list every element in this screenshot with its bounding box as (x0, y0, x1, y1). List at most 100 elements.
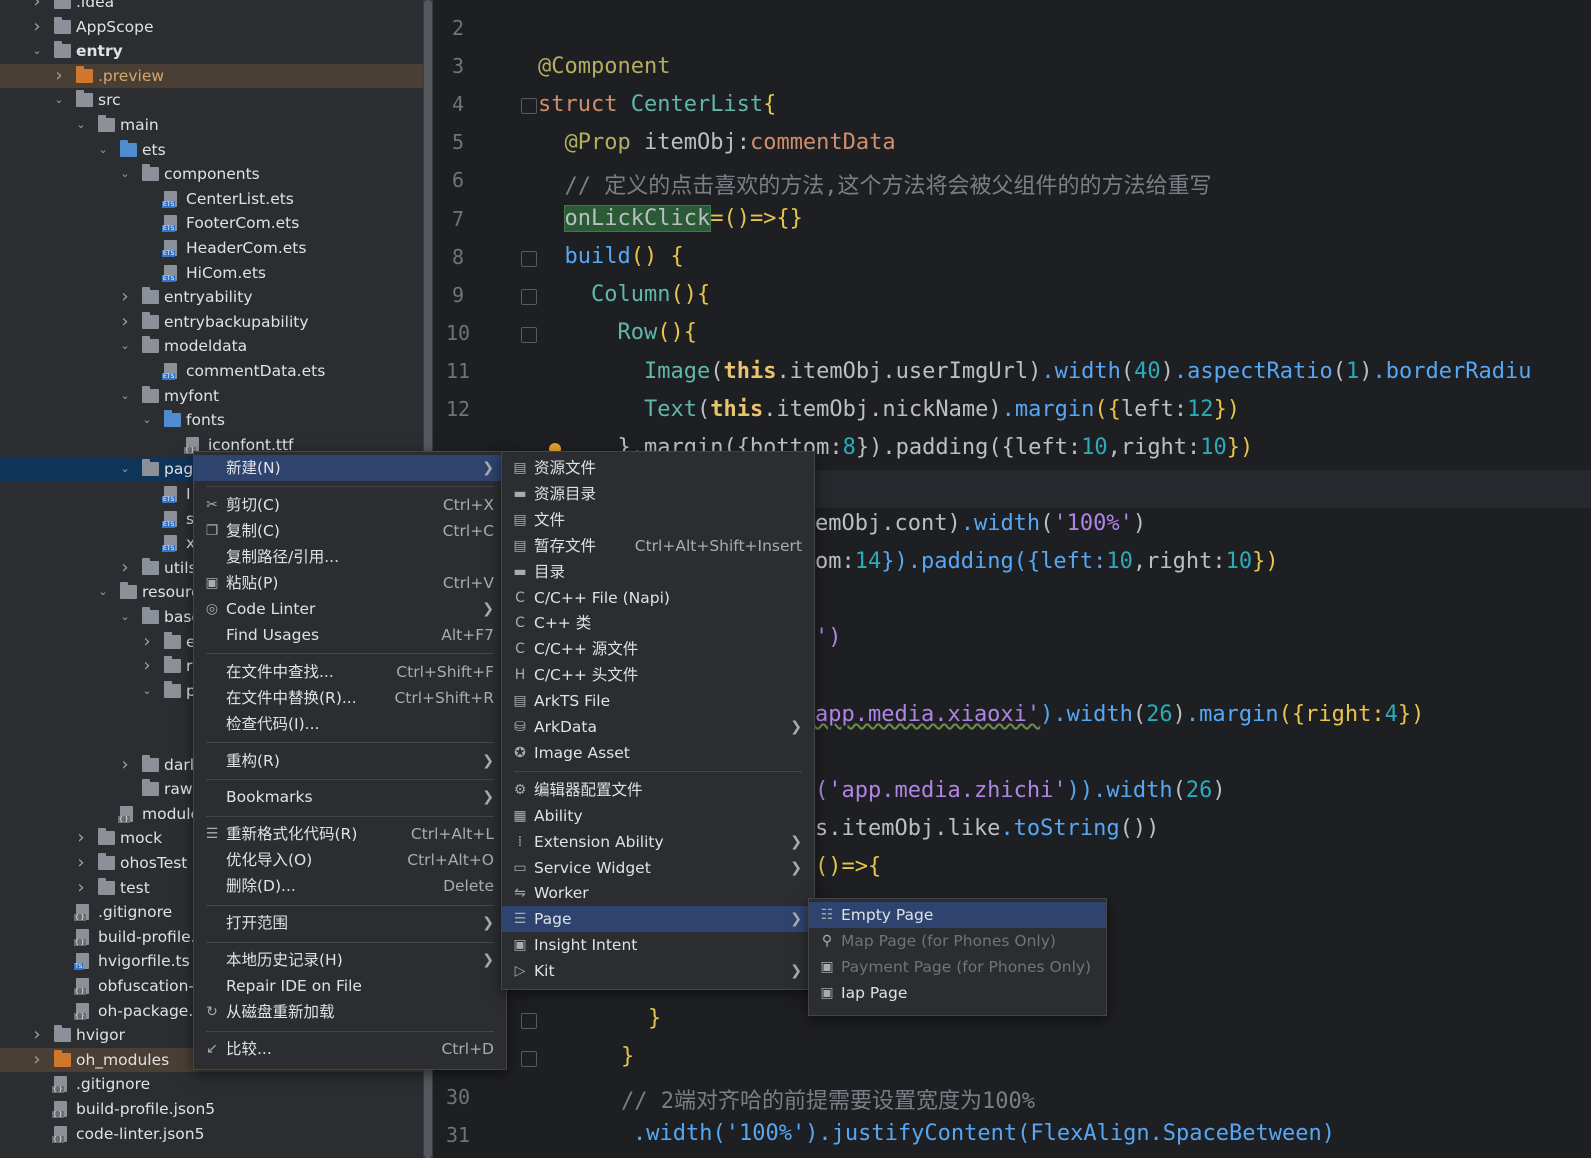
menu-item-item[interactable]: 复制路径/引用... (194, 544, 506, 570)
menu-item-kit[interactable]: ▷ Kit ❯ (502, 958, 814, 984)
menu-item-c[interactable]: C C++ 类 (502, 610, 814, 636)
chevron-right-icon[interactable]: › (118, 285, 132, 309)
menu-item-d[interactable]: 删除(D)... Delete (194, 873, 506, 899)
menu-item-worker[interactable]: ⇋ Worker (502, 880, 814, 906)
chevron-down-icon[interactable]: ⌄ (118, 384, 132, 408)
chevron-right-icon[interactable]: › (30, 15, 44, 39)
menu-item-page[interactable]: ☰ Page ❯ (502, 906, 814, 933)
menu-item-c-c[interactable]: C C/C++ 源文件 (502, 636, 814, 662)
chevron-right-icon[interactable]: › (30, 1048, 44, 1072)
menu-item-bookmarks[interactable]: Bookmarks ❯ (194, 784, 506, 810)
folder-icon (142, 754, 159, 772)
fold-icon[interactable] (521, 98, 537, 114)
tree-item[interactable]: CenterList.ets (0, 187, 433, 212)
menu-item-item[interactable]: 在文件中查找... Ctrl+Shift+F (194, 659, 506, 685)
chevron-down-icon[interactable]: ⌄ (118, 334, 132, 358)
chevron-down-icon[interactable]: ⌄ (118, 457, 132, 481)
menu-item-c-c-file-napi[interactable]: C C/C++ File (Napi) (502, 585, 814, 611)
tree-item[interactable]: ⌄ modeldata (0, 334, 433, 359)
chevron-right-icon[interactable]: › (118, 310, 132, 334)
tree-item[interactable]: ⌄ components (0, 162, 433, 187)
menu-item-insight-intent[interactable]: ▣ Insight Intent (502, 932, 814, 958)
tree-item[interactable]: › entryability (0, 285, 433, 310)
chevron-down-icon[interactable]: ⌄ (96, 138, 110, 162)
line-number: 7 (451, 207, 465, 231)
menu-item-r[interactable]: 在文件中替换(R)... Ctrl+Shift+R (194, 685, 506, 711)
page-submenu[interactable]: ☷ Empty Page ⚲ Map Page (for Phones Only) ▣ P… (808, 898, 1107, 1016)
chevron-right-icon[interactable]: › (74, 851, 88, 875)
chevron-right-icon[interactable]: › (52, 64, 66, 88)
tree-item[interactable]: ⌄ ets (0, 138, 433, 163)
tree-item[interactable]: ⌄ main (0, 113, 433, 138)
chevron-down-icon[interactable]: ⌄ (118, 605, 132, 629)
chevron-down-icon[interactable]: ⌄ (140, 679, 154, 703)
tree-item[interactable]: build-profile.json5 (0, 1097, 433, 1122)
menu-item-service-widget[interactable]: ▭ Service Widget ❯ (502, 855, 814, 881)
fold-icon[interactable] (521, 289, 537, 305)
fold-icon[interactable] (521, 1013, 537, 1029)
menu-item-item[interactable]: ▬ 目录 (502, 559, 814, 585)
menu-item-ability[interactable]: ▦ Ability (502, 803, 814, 829)
chevron-down-icon[interactable]: ⌄ (140, 408, 154, 432)
menu-item-item[interactable]: 打开范围 ❯ (194, 910, 506, 936)
tree-item[interactable]: › .preview (0, 63, 433, 89)
chevron-down-icon[interactable]: ⌄ (30, 39, 44, 63)
tree-item[interactable]: HeaderCom.ets (0, 236, 433, 261)
menu-item-c[interactable]: ✂ 剪切(C) Ctrl+X (194, 492, 506, 518)
chevron-down-icon[interactable]: ⌄ (52, 88, 66, 112)
chevron-right-icon[interactable]: › (74, 826, 88, 850)
menu-item-p[interactable]: ▣ 粘贴(P) Ctrl+V (194, 570, 506, 596)
menu-item-empty-page[interactable]: ☷ Empty Page (809, 902, 1106, 928)
menu-item-item[interactable]: ▤ 资源文件 (502, 455, 814, 481)
tree-item[interactable]: ⌄ entry (0, 39, 433, 64)
chevron-down-icon[interactable]: ⌄ (118, 162, 132, 186)
context-menu[interactable]: 新建(N) ❯ ✂ 剪切(C) Ctrl+X ❐ 复制(C) Ctrl+C 复制路径/引用...… (193, 451, 507, 1070)
menu-item-item[interactable]: ↙ 比较... Ctrl+D (194, 1036, 506, 1062)
menu-item-r[interactable]: 重构(R) ❯ (194, 748, 506, 774)
menu-item-arkts-file[interactable]: ▤ ArkTS File (502, 688, 814, 714)
tree-item[interactable]: commentData.ets (0, 359, 433, 384)
menu-item-code-linter[interactable]: ◎ Code Linter ❯ (194, 596, 506, 622)
tree-item[interactable]: FooterCom.ets (0, 211, 433, 236)
tree-item[interactable]: ⌄ myfont (0, 384, 433, 409)
tree-item[interactable]: ⌄ fonts (0, 408, 433, 433)
tree-item[interactable]: › .idea (0, 0, 433, 15)
menu-item-repair-ide-on-file[interactable]: Repair IDE on File (194, 973, 506, 999)
new-submenu[interactable]: ▤ 资源文件 ▬ 资源目录 ▤ 文件 ▤ 暂存文件 Ctrl+Alt+Shift+Insert ▬… (501, 451, 815, 990)
fold-icon[interactable] (521, 1051, 537, 1067)
tree-item[interactable]: ⌄ src (0, 88, 433, 113)
menu-item-item[interactable]: ▬ 资源目录 (502, 481, 814, 507)
menu-item-r[interactable]: ☰ 重新格式化代码(R) Ctrl+Alt+L (194, 821, 506, 847)
fold-icon[interactable] (521, 327, 537, 343)
menu-item-i[interactable]: 检查代码(I)... (194, 711, 506, 737)
tree-item[interactable]: .gitignore (0, 1072, 433, 1097)
chevron-right-icon[interactable]: › (30, 1023, 44, 1047)
chevron-down-icon[interactable]: ⌄ (96, 580, 110, 604)
menu-item-c-c[interactable]: H C/C++ 头文件 (502, 662, 814, 688)
menu-item-n[interactable]: 新建(N) ❯ (194, 455, 506, 481)
menu-item-item[interactable]: ▤ 暂存文件 Ctrl+Alt+Shift+Insert (502, 533, 814, 559)
menu-item-h[interactable]: 本地历史记录(H) ❯ (194, 947, 506, 973)
menu-item-image-asset[interactable]: ✪ Image Asset (502, 740, 814, 766)
tree-item[interactable]: › entrybackupability (0, 310, 433, 335)
menu-item-o[interactable]: 优化导入(O) Ctrl+Alt+O (194, 847, 506, 873)
chevron-right-icon[interactable]: › (118, 753, 132, 777)
chevron-right-icon[interactable]: › (74, 876, 88, 900)
menu-item-extension-ability[interactable]: ⁞ Extension Ability ❯ (502, 829, 814, 855)
menu-item-item[interactable]: ⚙ 编辑器配置文件 (502, 777, 814, 803)
menu-item-iap-page[interactable]: ▣ Iap Page (809, 980, 1106, 1006)
menu-item-item[interactable]: ▤ 文件 (502, 507, 814, 533)
menu-item-item[interactable]: ↻ 从磁盘重新加载 (194, 999, 506, 1025)
chevron-down-icon[interactable]: ⌄ (74, 113, 88, 137)
menu-item-arkdata[interactable]: ⛁ ArkData ❯ (502, 714, 814, 740)
tree-item[interactable]: › AppScope (0, 15, 433, 40)
tree-item[interactable]: code-linter.json5 (0, 1122, 433, 1147)
menu-item-c[interactable]: ❐ 复制(C) Ctrl+C (194, 518, 506, 544)
chevron-right-icon[interactable]: › (140, 654, 154, 678)
tree-item[interactable]: HiCom.ets (0, 261, 433, 286)
menu-item-find-usages[interactable]: Find Usages Alt+F7 (194, 622, 506, 648)
fold-icon[interactable] (521, 251, 537, 267)
chevron-right-icon[interactable]: › (118, 556, 132, 580)
chevron-right-icon[interactable]: › (140, 630, 154, 654)
chevron-right-icon[interactable]: › (30, 0, 44, 14)
